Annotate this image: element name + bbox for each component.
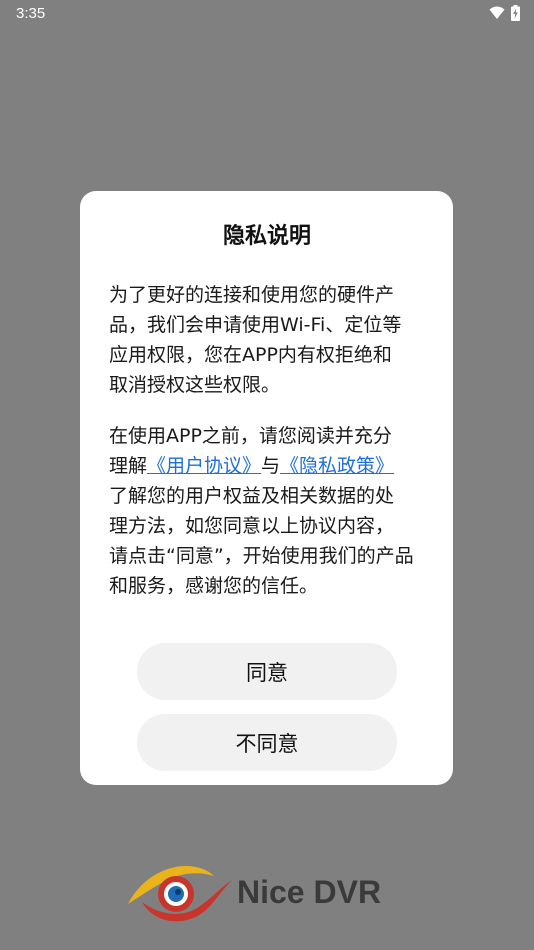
paragraph-line: 品，我们会申请使用Wi-Fi、定位等 bbox=[109, 314, 402, 336]
paragraph-text: 理解 bbox=[109, 455, 148, 477]
user-agreement-link[interactable]: 《用户协议》 bbox=[147, 455, 261, 477]
paragraph-line: 取消授权这些权限。 bbox=[109, 374, 281, 396]
privacy-policy-link[interactable]: 《隐私政策》 bbox=[280, 455, 394, 477]
paragraph-line: 和服务，感谢您的信任。 bbox=[109, 575, 319, 597]
paragraph-line: 在使用APP之前，请您阅读并充分 bbox=[109, 425, 392, 447]
battery-charging-icon bbox=[511, 5, 520, 21]
paragraph-line: 理方法，如您同意以上协议内容， bbox=[109, 515, 395, 537]
paragraph-line: 了解您的用户权益及相关数据的处 bbox=[109, 485, 395, 507]
paragraph-line: 为了更好的连接和使用您的硬件产 bbox=[109, 284, 395, 306]
status-icons bbox=[489, 5, 520, 21]
nice-dvr-logo-icon bbox=[128, 866, 232, 922]
agreement-paragraph: 在使用APP之前，请您阅读并充分 理解《用户协议》与《隐私政策》 了解您的用户权… bbox=[109, 421, 419, 601]
paragraph-line: 应用权限，您在APP内有权拒绝和 bbox=[109, 344, 392, 366]
brand-logo: Nice DVR bbox=[124, 858, 414, 928]
dialog-title: 隐私说明 bbox=[222, 224, 311, 249]
permission-paragraph: 为了更好的连接和使用您的硬件产 品，我们会申请使用Wi-Fi、定位等 应用权限，… bbox=[109, 280, 419, 400]
status-time: 3:35 bbox=[16, 5, 46, 22]
paragraph-line: 请点击“同意”，开始使用我们的产品 bbox=[109, 545, 414, 567]
wifi-icon bbox=[489, 6, 505, 19]
brand-name: Nice DVR bbox=[237, 874, 382, 910]
disagree-button[interactable]: 不同意 bbox=[137, 714, 397, 771]
paragraph-text: 与 bbox=[261, 455, 281, 477]
agree-button[interactable]: 同意 bbox=[137, 643, 397, 700]
paragraph-line-with-links: 理解《用户协议》与《隐私政策》 bbox=[109, 451, 419, 481]
status-bar: 3:35 bbox=[0, 0, 534, 28]
